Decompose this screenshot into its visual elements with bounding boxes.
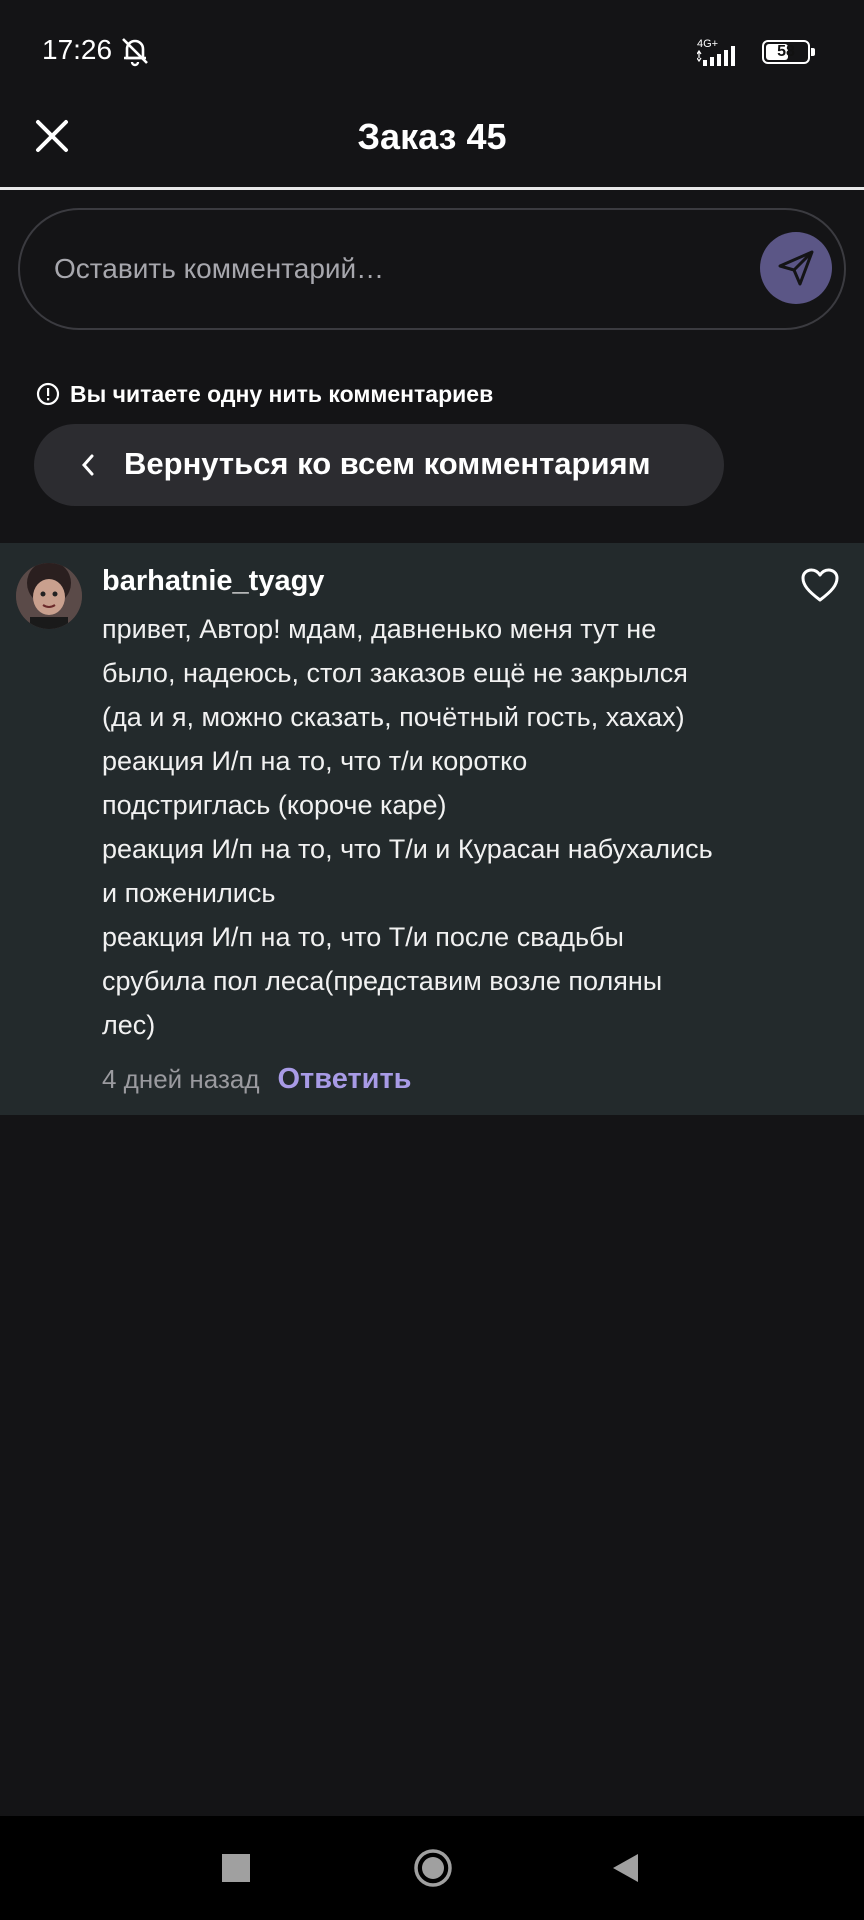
info-icon [36, 382, 60, 406]
back-button-label: Вернуться ко всем комментариям [124, 446, 651, 481]
comment-line: было, надеюсь, стол заказов ещё не закры… [102, 658, 688, 688]
home-icon[interactable] [413, 1848, 453, 1888]
send-button[interactable] [760, 232, 832, 304]
status-bar: 17:26 4G+ 58 [0, 0, 864, 104]
avatar-image [16, 563, 82, 629]
avatar[interactable] [16, 563, 82, 629]
comment-line: подстриглась (короче каре) [102, 790, 447, 820]
signal-icon [697, 46, 735, 66]
comment-line: (да и я, можно сказать, почётный гость, … [102, 702, 685, 732]
comment-line: срубила пол леса(представим возле поляны [102, 966, 663, 996]
battery-indicator: 58 [762, 40, 815, 64]
comment-card: barhatnie_tyagy привет, Автор! мдам, дав… [0, 543, 864, 1115]
thread-notice-text: Вы читаете одну нить комментариев [70, 380, 494, 407]
page-title: Заказ 45 [357, 116, 507, 157]
heart-icon[interactable] [800, 567, 840, 603]
comment-line: и поженились [102, 878, 276, 908]
comment-text: привет, Автор! мдам, давненько меня тут … [102, 607, 762, 1047]
thread-notice: Вы читаете одну нить комментариев [36, 378, 493, 410]
comment-line: реакция И/п на то, что Т/и и Курасан наб… [102, 834, 713, 864]
chevron-left-icon [81, 454, 94, 476]
notifications-off-icon [122, 38, 148, 67]
system-nav-bar [0, 1816, 864, 1920]
comment-input-container [18, 208, 846, 330]
reply-button[interactable]: Ответить [278, 1063, 412, 1096]
header-divider [0, 187, 864, 190]
comment-username[interactable]: barhatnie_tyagy [102, 565, 324, 598]
comment-line: реакция И/п на то, что т/и коротко [102, 746, 528, 776]
back-to-all-comments-button[interactable]: Вернуться ко всем комментариям [34, 424, 724, 506]
comment-meta: 4 дней назад Ответить [102, 1059, 412, 1099]
comment-line: реакция И/п на то, что Т/и после свадьбы [102, 922, 624, 952]
battery-percent: 58 [777, 43, 795, 60]
back-icon[interactable] [610, 1852, 640, 1884]
send-icon [778, 250, 814, 286]
status-time: 17:26 [42, 34, 113, 65]
comment-line: лес) [102, 1010, 156, 1040]
recent-apps-icon[interactable] [222, 1854, 250, 1882]
comment-timestamp: 4 дней назад [102, 1063, 260, 1094]
top-bar: Заказ 45 [0, 104, 864, 188]
comment-line: привет, Автор! мдам, давненько меня тут … [102, 614, 657, 644]
comment-input[interactable] [52, 240, 736, 298]
